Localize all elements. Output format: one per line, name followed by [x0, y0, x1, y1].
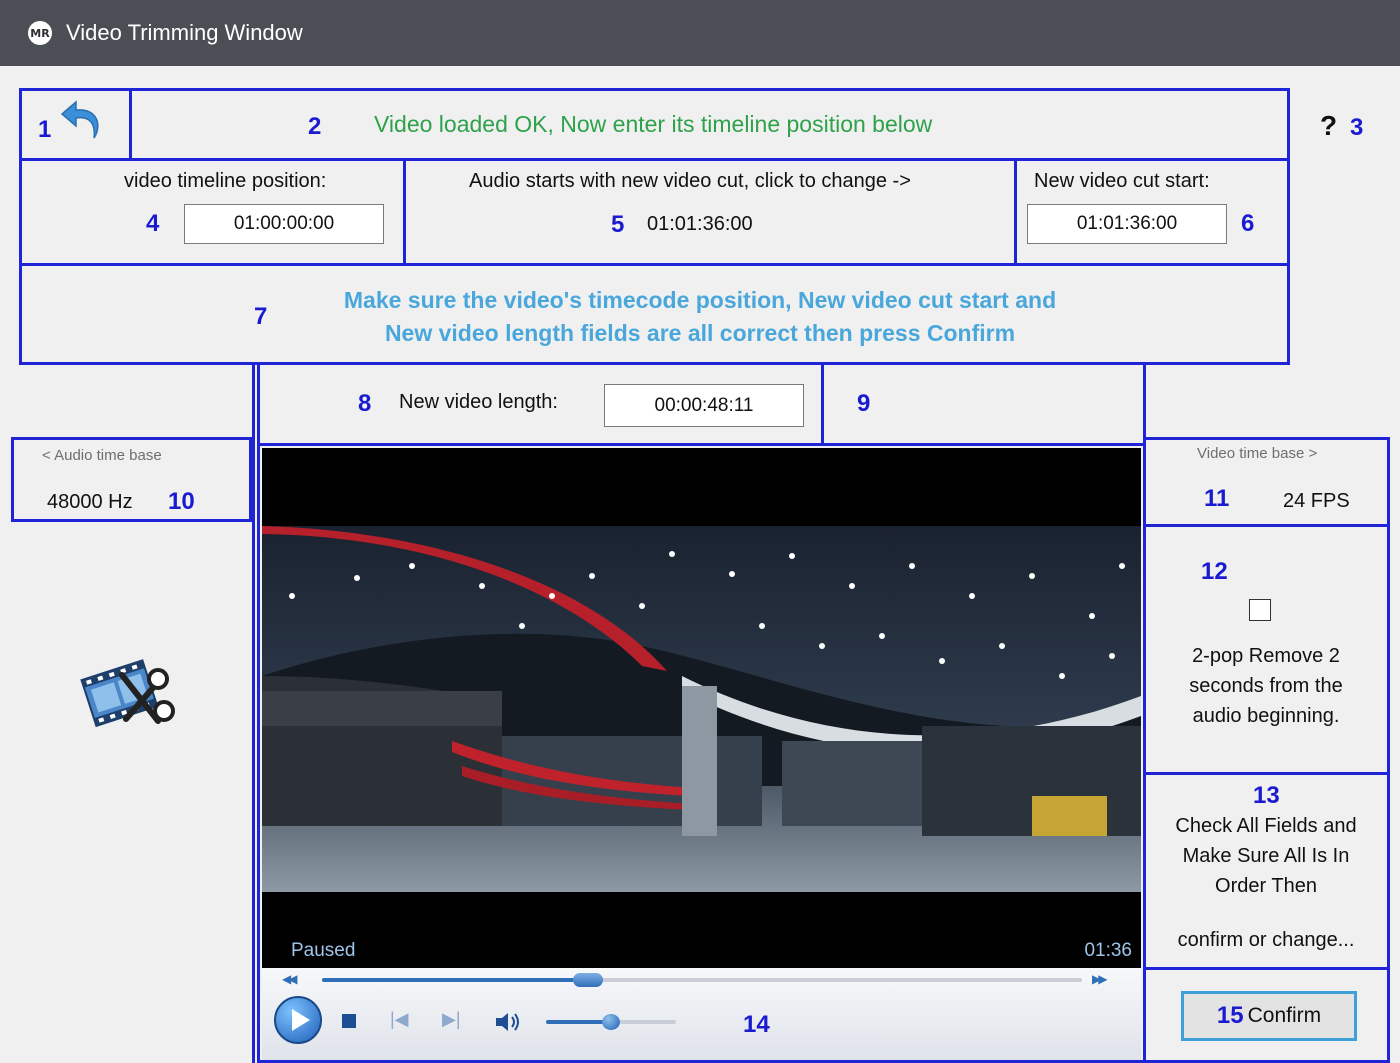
marker-14: 14 — [743, 1011, 770, 1038]
confirm-button[interactable]: 15 Confirm — [1181, 991, 1357, 1041]
video-frame — [262, 526, 1141, 892]
player-time: 01:36 — [1084, 940, 1132, 961]
marker-8: 8 — [358, 390, 372, 417]
seek-bar-filled — [322, 978, 588, 982]
marker-10: 10 — [168, 488, 195, 515]
instruction-line-1: Make sure the video's timecode position,… — [343, 287, 1057, 313]
next-icon[interactable]: ▶| — [442, 1009, 461, 1030]
volume-thumb[interactable] — [602, 1014, 620, 1030]
timeline-label: video timeline position: — [124, 170, 327, 192]
video-player[interactable]: Paused 01:36 ◀◀ ▶▶ |◀ ▶| — [262, 448, 1141, 1060]
left-column-divider — [252, 365, 255, 1063]
help-icon[interactable]: ? — [1320, 110, 1337, 142]
check-notice-line-3: Order Then — [1215, 875, 1317, 897]
marker-12: 12 — [1201, 558, 1228, 585]
instruction-line-2: New video length fields are all correct … — [384, 320, 1016, 346]
marker-15: 15 — [1216, 1002, 1244, 1029]
marker-9: 9 — [857, 390, 871, 417]
status-message: Video loaded OK, Now enter its timeline … — [374, 111, 933, 137]
two-pop-line-2: seconds from the — [1189, 675, 1343, 697]
marker-13: 13 — [1253, 782, 1280, 809]
seek-thumb[interactable] — [573, 973, 603, 987]
cut-start-field[interactable]: 01:01:36:00 — [1027, 204, 1227, 244]
marker-4: 4 — [146, 210, 160, 237]
video-base-value: 24 FPS — [1283, 490, 1350, 512]
length-label: New video length: — [399, 391, 558, 413]
audio-start-label[interactable]: Audio starts with new video cut, click t… — [469, 170, 911, 193]
audio-start-value[interactable]: 01:01:36:00 — [647, 213, 753, 236]
fast-forward-icon[interactable]: ▶▶ — [1092, 972, 1108, 986]
check-notice-text: Check All Fields and Make Sure All Is In… — [1150, 811, 1382, 901]
film-scissors-icon — [80, 659, 175, 728]
cut-start-label: New video cut start: — [1034, 170, 1210, 192]
marker-11: 11 — [1204, 485, 1230, 512]
timeline-position-field[interactable]: 01:00:00:00 — [184, 204, 384, 244]
marker-2: 2 — [308, 113, 322, 140]
player-controls: ◀◀ ▶▶ |◀ ▶| — [262, 968, 1141, 1060]
app-logo-icon: MR — [28, 21, 52, 45]
check-notice-line-1: Check All Fields and — [1175, 815, 1357, 837]
previous-icon[interactable]: |◀ — [390, 1009, 409, 1030]
rewind-icon[interactable]: ◀◀ — [282, 972, 298, 986]
marker-3: 3 — [1350, 114, 1364, 141]
audio-base-value: 48000 Hz — [47, 491, 133, 513]
audio-base-label: < Audio time base — [42, 447, 162, 464]
marker-1: 1 — [38, 116, 52, 143]
marker-5: 5 — [611, 211, 625, 238]
two-pop-text: 2-pop Remove 2 seconds from the audio be… — [1150, 641, 1382, 731]
volume-icon[interactable] — [494, 1010, 524, 1034]
stop-icon[interactable] — [342, 1014, 356, 1028]
two-pop-line-1: 2-pop Remove 2 — [1192, 645, 1340, 667]
instruction-text: Make sure the video's timecode position,… — [290, 284, 1110, 350]
undo-arrow-icon[interactable] — [58, 94, 106, 146]
two-pop-line-3: audio beginning. — [1192, 705, 1340, 727]
video-base-label: Video time base > — [1197, 445, 1318, 462]
length-field[interactable]: 00:00:48:11 — [604, 384, 804, 427]
check-notice-line-4: confirm or change... — [1177, 929, 1355, 951]
title-bar: MR Video Trimming Window — [0, 0, 1400, 66]
marker-6: 6 — [1241, 210, 1255, 237]
window-title: Video Trimming Window — [66, 20, 303, 45]
play-icon — [292, 1009, 310, 1031]
confirm-label: Confirm — [1247, 1004, 1322, 1027]
check-notice-line-2: Make Sure All Is In — [1182, 845, 1350, 867]
play-button[interactable] — [274, 996, 322, 1044]
marker-7: 7 — [254, 303, 268, 330]
player-state: Paused — [291, 940, 356, 961]
two-pop-checkbox[interactable] — [1249, 599, 1271, 621]
